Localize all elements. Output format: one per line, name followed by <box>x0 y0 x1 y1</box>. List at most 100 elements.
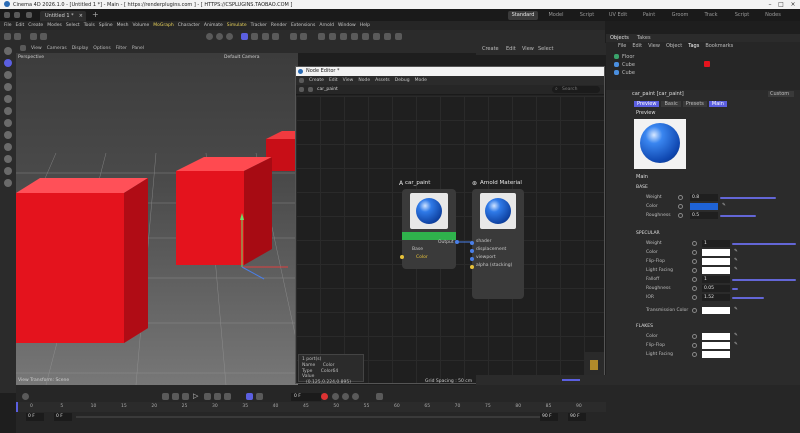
port-output-dot[interactable] <box>455 240 459 244</box>
base-weight-slider[interactable] <box>720 197 776 199</box>
sculpt-icon[interactable] <box>4 179 12 187</box>
eyedropper-icon[interactable]: ✎ <box>734 258 738 263</box>
menu-help[interactable]: Help <box>360 23 370 28</box>
menu-tools[interactable]: Tools <box>84 23 95 28</box>
eyedropper-icon[interactable]: ✎ <box>734 267 738 272</box>
redo-icon[interactable] <box>14 33 21 40</box>
section-specular[interactable]: SPECULAR <box>636 231 660 236</box>
current-frame-field[interactable]: 0 F <box>291 393 321 401</box>
animate-dot[interactable] <box>692 286 697 291</box>
vp-menu-panel[interactable]: Panel <box>132 46 144 51</box>
deformer-icon[interactable] <box>362 33 369 40</box>
model-mode-icon[interactable] <box>241 33 248 40</box>
animate-dot[interactable] <box>692 250 697 255</box>
animate-dot[interactable] <box>678 213 683 218</box>
spec-color-swatch[interactable] <box>702 249 730 256</box>
port-alpha-dot[interactable] <box>470 265 474 269</box>
cube-icon[interactable] <box>14 12 20 18</box>
transform-tool-icon[interactable] <box>4 95 12 103</box>
spec-ior-field[interactable]: 1.52 <box>702 294 730 301</box>
light-icon[interactable] <box>395 33 402 40</box>
animate-dot[interactable] <box>692 277 697 282</box>
spec-falloff-field[interactable]: 1 <box>702 276 730 283</box>
ne-menu-view[interactable]: View <box>343 78 354 83</box>
layout-nodes[interactable]: Nodes <box>760 11 786 20</box>
port-shader[interactable]: shader <box>476 239 491 244</box>
sv-menu-create[interactable]: Create <box>482 46 499 52</box>
tab-takes[interactable]: Takes <box>637 35 651 41</box>
ne-menu-create[interactable]: Create <box>309 78 324 83</box>
object-row-cube-2[interactable]: Cube <box>614 69 794 76</box>
spec-weight-slider[interactable] <box>732 243 796 245</box>
prev-frame-icon[interactable] <box>182 393 189 400</box>
spec-roughness-field[interactable]: 0.05 <box>702 285 730 292</box>
breadcrumb[interactable]: car_paint <box>317 87 338 92</box>
eyedropper-icon[interactable]: ✎ <box>734 342 738 347</box>
ne-home-icon[interactable] <box>299 87 304 92</box>
obj-menu-tags[interactable]: Tags <box>688 43 699 49</box>
eyedropper-icon[interactable]: ✎ <box>734 249 738 254</box>
range-end-field[interactable]: 90 F <box>568 413 586 421</box>
menu-mesh[interactable]: Mesh <box>117 23 129 28</box>
eyedropper-icon[interactable]: ✎ <box>734 333 738 338</box>
ne-back-icon[interactable] <box>308 87 313 92</box>
viewport-panel-icon[interactable] <box>20 45 26 51</box>
ne-menu-debug[interactable]: Debug <box>395 78 410 83</box>
animate-dot[interactable] <box>692 295 697 300</box>
port-color[interactable]: Color <box>416 255 428 260</box>
menu-mograph[interactable]: MoGraph <box>153 23 173 28</box>
rotate-tool-icon[interactable] <box>4 83 12 91</box>
menu-character[interactable]: Character <box>178 23 200 28</box>
key-position-icon[interactable] <box>332 393 339 400</box>
node-graph-canvas[interactable]: car_paint A Base Color ⊛ Arnold Material… <box>296 96 604 385</box>
keyframe-toggle-icon[interactable] <box>22 393 29 400</box>
tab-untitled-1[interactable]: Untitled 1 * × <box>40 11 86 21</box>
material-tag-icon[interactable] <box>704 61 710 67</box>
port-output[interactable]: Output <box>438 240 454 245</box>
animate-dot[interactable] <box>692 268 697 273</box>
obj-menu-view[interactable]: View <box>648 43 660 49</box>
obj-menu-object[interactable]: Object <box>666 43 682 49</box>
menu-volume[interactable]: Volume <box>133 23 150 28</box>
section-flakes[interactable]: FLAKES <box>636 324 653 329</box>
vp-menu-cameras[interactable]: Cameras <box>47 46 67 51</box>
menu-simulate[interactable]: Simulate <box>227 23 247 28</box>
base-roughness-slider[interactable] <box>720 215 756 217</box>
port-shader-dot[interactable] <box>470 241 474 245</box>
section-base[interactable]: BASE <box>636 185 648 190</box>
motion-record-icon[interactable] <box>376 393 383 400</box>
animate-dot[interactable] <box>678 204 683 209</box>
menu-animate[interactable]: Animate <box>204 23 223 28</box>
axis-x-icon[interactable] <box>206 33 213 40</box>
polygons-mode-icon[interactable] <box>272 33 279 40</box>
base-color-swatch[interactable] <box>690 203 718 210</box>
attr-tab-main[interactable]: Main <box>708 100 727 107</box>
spec-falloff-slider[interactable] <box>732 279 796 281</box>
node-carpaint[interactable]: Base Color <box>400 189 456 269</box>
base-roughness-field[interactable]: 0.5 <box>690 212 718 219</box>
ne-menu-assets[interactable]: Assets <box>375 78 390 83</box>
port-displacement[interactable]: displacement <box>476 247 506 252</box>
menu-window[interactable]: Window <box>338 23 356 28</box>
snap-icon[interactable] <box>4 119 12 127</box>
ne-menu-node[interactable]: Node <box>358 78 370 83</box>
menu-edit[interactable]: Edit <box>16 23 25 28</box>
spec-roughness-slider[interactable] <box>732 288 738 290</box>
workplane-icon[interactable] <box>4 131 12 139</box>
obj-menu-file[interactable]: File <box>618 43 626 49</box>
vp-menu-filter[interactable]: Filter <box>116 46 127 51</box>
animate-dot[interactable] <box>692 334 697 339</box>
port-alpha[interactable]: alpha (stacking) <box>476 263 512 268</box>
vp-menu-options[interactable]: Options <box>93 46 110 51</box>
eyedropper-icon[interactable]: ✎ <box>722 203 726 208</box>
layout-paint[interactable]: Paint <box>636 11 662 20</box>
layout-icon[interactable] <box>26 12 32 18</box>
add-tab-icon[interactable]: + <box>92 10 99 19</box>
axis-z-icon[interactable] <box>226 33 233 40</box>
select-icon[interactable] <box>30 33 37 40</box>
close-tab-icon[interactable]: × <box>79 11 83 21</box>
points-mode-icon[interactable] <box>251 33 258 40</box>
spec-lightfacing-swatch[interactable] <box>702 267 730 274</box>
render-view-icon[interactable] <box>290 33 297 40</box>
animate-dot[interactable] <box>692 308 697 313</box>
